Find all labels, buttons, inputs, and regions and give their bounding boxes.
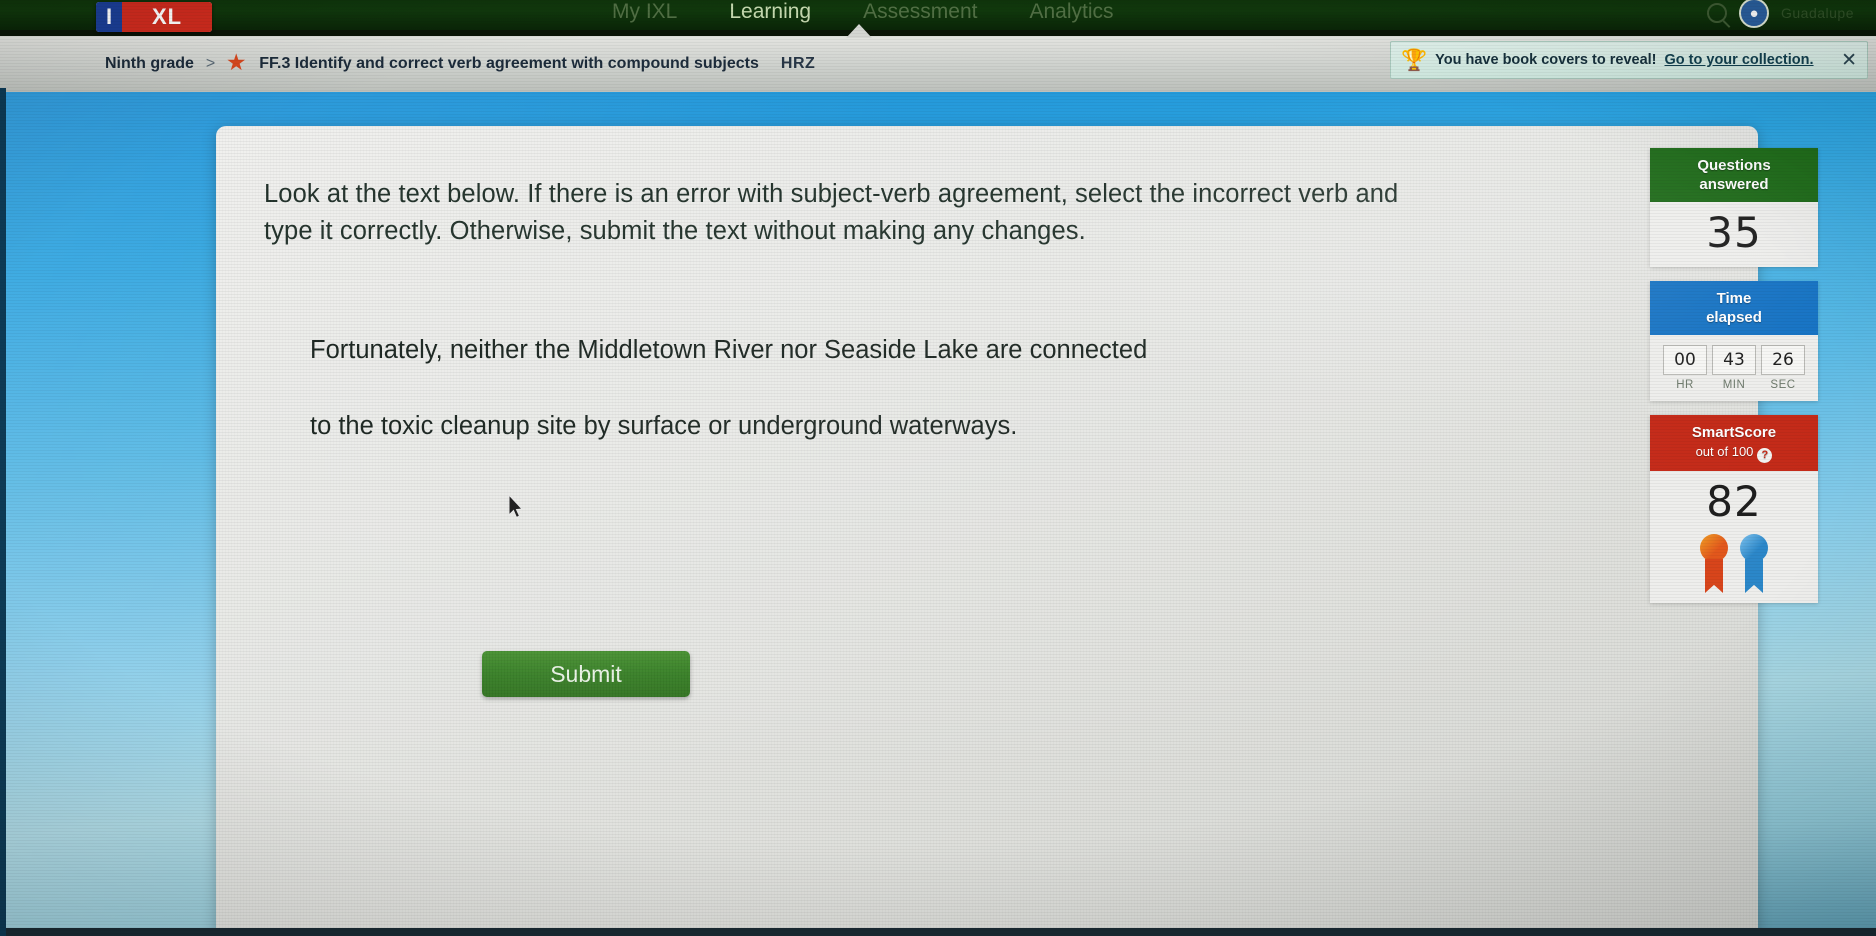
- clock-minutes-value: 43: [1712, 345, 1756, 375]
- top-navigation-bar: I XL My IXL Learning Assessment Analytic…: [0, 0, 1876, 32]
- bottom-strip: [0, 928, 1876, 936]
- notification-banner[interactable]: 🏆 You have book covers to reveal! Go to …: [1390, 41, 1868, 79]
- time-elapsed-card: Time elapsed 00 HR 43 MIN 26 SEC: [1650, 281, 1818, 401]
- nav-active-indicator: [846, 24, 872, 38]
- nav-items: My IXL Learning Assessment Analytics: [612, 0, 1114, 24]
- question-instructions: Look at the text below. If there is an e…: [264, 180, 1399, 245]
- smartscore-header-line2: out of 100?: [1656, 442, 1812, 463]
- breadcrumb-skill: FF.3 Identify and correct verb agreement…: [259, 55, 759, 72]
- left-edge-strip: [0, 88, 6, 936]
- clock-seconds-label: SEC: [1770, 379, 1796, 391]
- smartscore-value: 82: [1706, 477, 1762, 526]
- ixl-logo[interactable]: I XL: [96, 2, 212, 32]
- award-ribbon-orange[interactable]: [1700, 534, 1728, 593]
- sentence-line-2[interactable]: to the toxic cleanup site by surface or …: [310, 388, 1444, 464]
- breadcrumb-skill-code: HRZ: [780, 55, 816, 72]
- submit-button[interactable]: Submit: [482, 651, 690, 697]
- avatar[interactable]: ●: [1738, 0, 1769, 28]
- clock-hours-value: 00: [1663, 345, 1707, 375]
- star-icon[interactable]: ★: [227, 53, 247, 74]
- question-card: Look at the text below. If there is an e…: [216, 126, 1758, 936]
- notification-message: You have book covers to reveal!: [1435, 52, 1657, 68]
- notification-link[interactable]: Go to your collection.: [1665, 52, 1814, 68]
- time-elapsed-header-line2: elapsed: [1706, 309, 1762, 326]
- smartscore-header-line1: SmartScore: [1691, 424, 1777, 441]
- username-label: Guadalupe: [1780, 5, 1854, 21]
- awards-row: [1650, 526, 1818, 593]
- award-ribbon-orange-tail: [1705, 559, 1723, 593]
- clock-cell-hours: 00 HR: [1663, 345, 1707, 391]
- nav-item-my-ixl[interactable]: My IXL: [612, 0, 677, 24]
- questions-answered-header-line1: Questions: [1697, 157, 1771, 174]
- award-ribbon-blue-tail: [1745, 559, 1763, 593]
- smartscore-header: SmartScore out of 100?: [1650, 415, 1818, 471]
- award-ribbon-orange-medal: [1700, 534, 1728, 562]
- nav-right-group: ● Guadalupe: [1706, 0, 1854, 28]
- clock-minutes-label: MIN: [1722, 379, 1746, 391]
- award-ribbon-blue[interactable]: [1740, 534, 1768, 593]
- question-body: Look at the text below. If there is an e…: [264, 176, 1444, 464]
- close-icon[interactable]: ✕: [1841, 49, 1857, 72]
- score-rail: Questions answered 35 Time elapsed 00 HR…: [1650, 148, 1818, 617]
- sentence-line-1[interactable]: Fortunately, neither the Middletown Rive…: [310, 312, 1444, 388]
- smartscore-outof-label: out of 100: [1695, 444, 1754, 459]
- time-elapsed-header: Time elapsed: [1650, 281, 1818, 335]
- question-sentence[interactable]: Fortunately, neither the Middletown Rive…: [264, 312, 1444, 464]
- award-ribbon-blue-medal: [1740, 534, 1768, 562]
- trophy-icon: 🏆: [1401, 48, 1428, 72]
- help-icon[interactable]: ?: [1757, 448, 1773, 463]
- questions-answered-header-line2: answered: [1699, 176, 1769, 193]
- nav-item-assessment[interactable]: Assessment: [863, 0, 977, 24]
- screen-photo: I XL My IXL Learning Assessment Analytic…: [0, 0, 1876, 936]
- clock-cell-minutes: 43 MIN: [1712, 345, 1756, 391]
- logo-letter-i: I: [96, 2, 122, 32]
- clock-hours-label: HR: [1676, 379, 1694, 391]
- questions-answered-value: 35: [1706, 208, 1762, 257]
- smartscore-card: SmartScore out of 100? 82: [1650, 415, 1818, 603]
- questions-answered-card: Questions answered 35: [1650, 148, 1818, 267]
- chevron-right-icon: >: [205, 55, 216, 72]
- breadcrumb: Ninth grade > ★ FF.3 Identify and correc…: [105, 53, 816, 74]
- logo-letters-xl: XL: [122, 2, 212, 32]
- search-icon[interactable]: [1706, 3, 1727, 23]
- nav-item-learning[interactable]: Learning: [729, 0, 811, 24]
- nav-item-analytics[interactable]: Analytics: [1029, 0, 1113, 24]
- mouse-cursor: [508, 494, 524, 519]
- questions-answered-header: Questions answered: [1650, 148, 1818, 202]
- clock-cell-seconds: 26 SEC: [1761, 345, 1805, 391]
- time-elapsed-clock: 00 HR 43 MIN 26 SEC: [1650, 335, 1818, 391]
- time-elapsed-header-line1: Time: [1716, 290, 1752, 307]
- breadcrumb-grade[interactable]: Ninth grade: [105, 55, 194, 73]
- clock-seconds-value: 26: [1761, 345, 1805, 375]
